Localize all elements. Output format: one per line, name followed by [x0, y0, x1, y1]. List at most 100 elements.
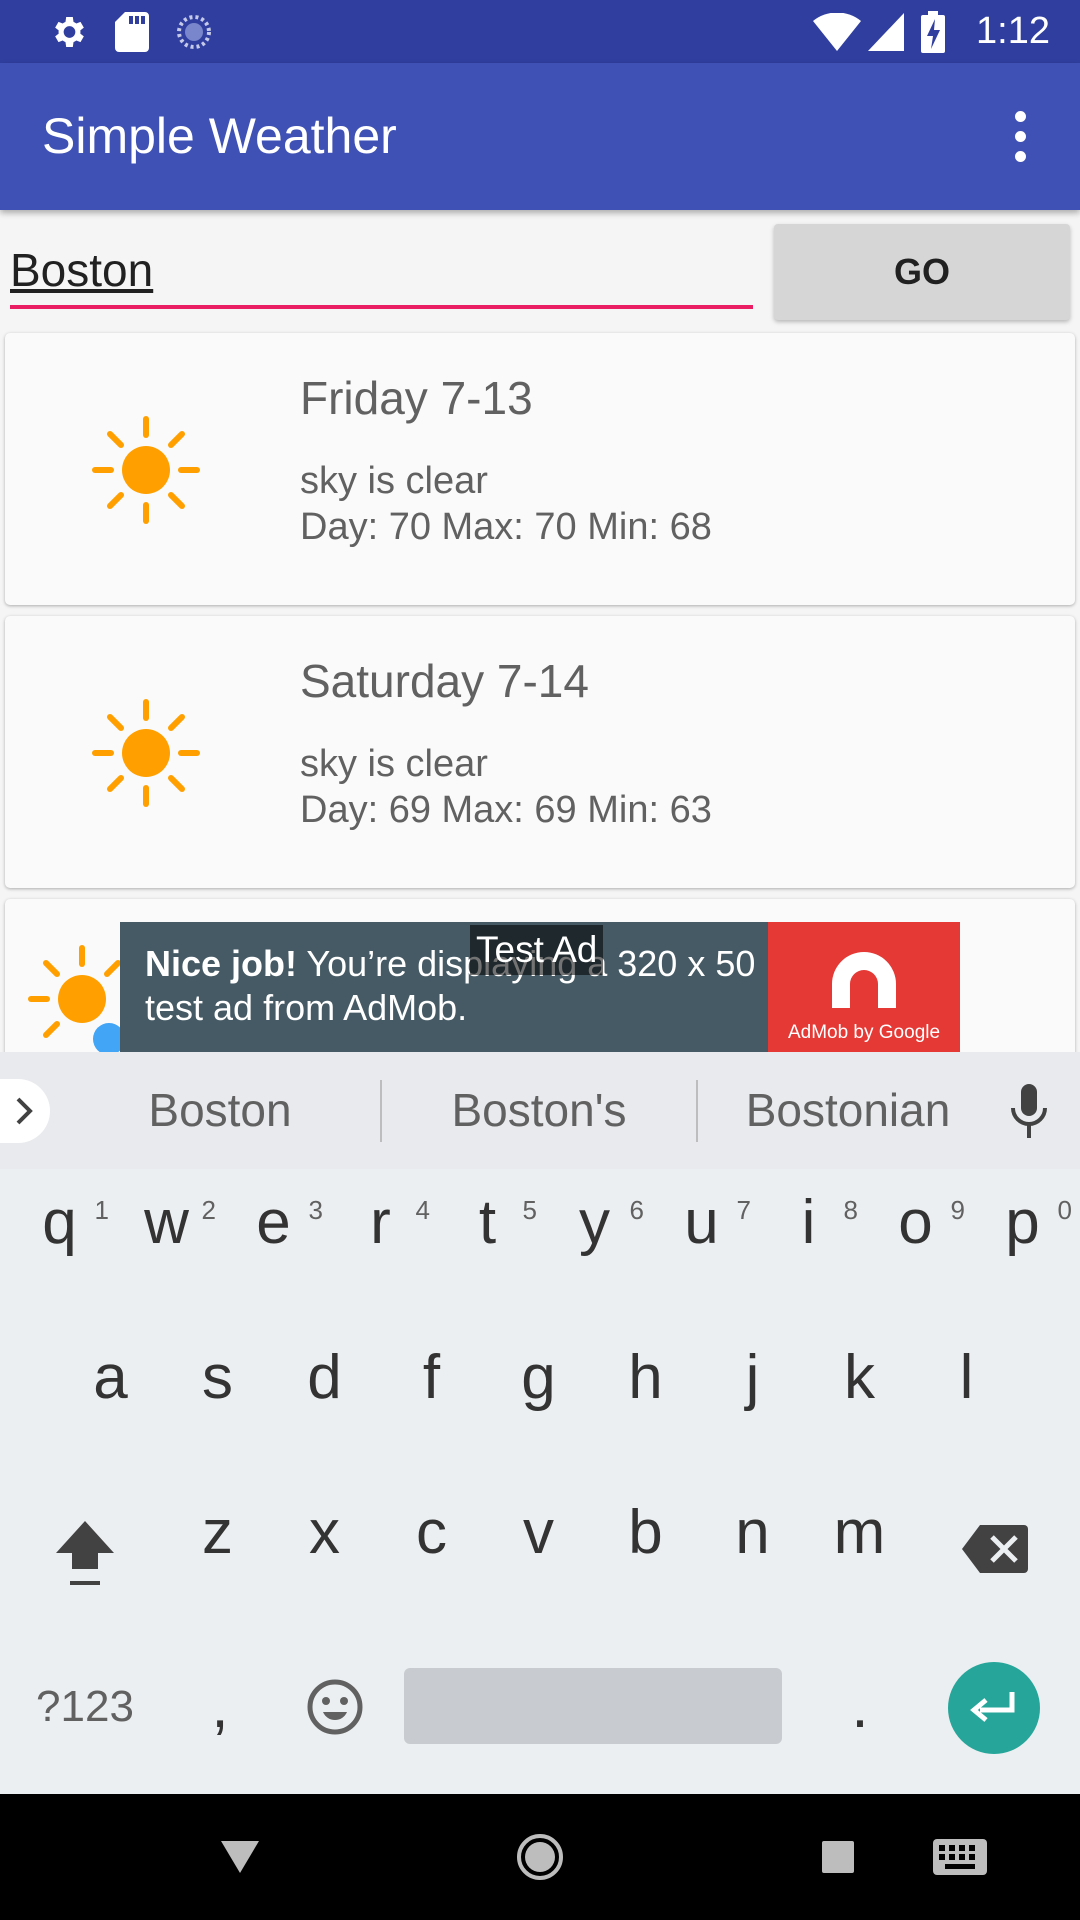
- comma-key[interactable]: ,: [170, 1652, 270, 1762]
- key-label: ,: [211, 1672, 229, 1741]
- key-label: h: [628, 1343, 663, 1412]
- key-label: g: [521, 1343, 556, 1412]
- key-hint: 4: [415, 1195, 430, 1225]
- symbols-key[interactable]: ?123: [20, 1652, 150, 1762]
- app-title: Simple Weather: [42, 108, 397, 164]
- key-label: z: [202, 1498, 233, 1567]
- settings-icon: [44, 0, 92, 63]
- admob-logo[interactable]: AdMob by Google: [768, 922, 960, 1052]
- key-h[interactable]: h: [592, 1342, 699, 1452]
- key-d[interactable]: d: [271, 1342, 378, 1452]
- key-hint: 5: [522, 1195, 537, 1225]
- key-v[interactable]: v: [485, 1497, 592, 1607]
- sync-icon: [172, 0, 216, 63]
- key-label: d: [307, 1343, 342, 1412]
- home-icon[interactable]: [505, 1794, 575, 1920]
- key-hint: 7: [736, 1195, 751, 1225]
- key-z[interactable]: z: [164, 1497, 271, 1607]
- key-i[interactable]: i8: [755, 1187, 862, 1297]
- ad-text: Nice job! You’re displaying a 320 x 50 t…: [145, 942, 765, 1030]
- key-label: ?123: [36, 1682, 134, 1731]
- enter-icon: [970, 1692, 1015, 1722]
- key-j[interactable]: j: [699, 1342, 806, 1452]
- key-o[interactable]: o9: [862, 1187, 969, 1297]
- test-ad-label: Test Ad: [470, 925, 604, 975]
- key-label: m: [833, 1498, 886, 1567]
- key-m[interactable]: m: [806, 1497, 913, 1607]
- key-hint: 8: [843, 1195, 858, 1225]
- suggestion-item[interactable]: Bostonian: [698, 1052, 998, 1169]
- navigation-bar: [0, 1794, 1080, 1920]
- key-hint: 3: [308, 1195, 323, 1225]
- key-c[interactable]: c: [378, 1497, 485, 1607]
- backspace-key[interactable]: [940, 1497, 1050, 1607]
- key-p[interactable]: p0: [969, 1187, 1076, 1297]
- key-x[interactable]: x: [271, 1497, 378, 1607]
- soft-keyboard: Boston Boston's Bostonian q1 w2 e3 r4 t5…: [0, 1052, 1080, 1794]
- forecast-description: sky is clear: [300, 743, 488, 785]
- battery-charging-icon: [918, 0, 948, 63]
- emoji-key[interactable]: [280, 1652, 390, 1762]
- key-label: j: [745, 1343, 760, 1412]
- ad-logo-caption: AdMob by Google: [787, 1022, 941, 1043]
- wifi-icon: [810, 0, 864, 63]
- key-hint: 2: [201, 1195, 216, 1225]
- forecast-card[interactable]: Friday 7-13 sky is clear Day: 70 Max: 70…: [5, 333, 1075, 605]
- enter-key[interactable]: [948, 1662, 1040, 1754]
- key-t[interactable]: t5: [434, 1187, 541, 1297]
- suggestion-item[interactable]: Boston's: [382, 1052, 696, 1169]
- key-y[interactable]: y6: [541, 1187, 648, 1297]
- key-q[interactable]: q1: [6, 1187, 113, 1297]
- space-bar[interactable]: [404, 1668, 782, 1744]
- key-hint: 6: [629, 1195, 644, 1225]
- key-label: s: [202, 1343, 233, 1412]
- key-b[interactable]: b: [592, 1497, 699, 1607]
- key-l[interactable]: l: [913, 1342, 1020, 1452]
- forecast-day: Friday 7-13: [300, 372, 533, 424]
- backspace-icon: [962, 1525, 1028, 1573]
- city-search-input[interactable]: [10, 235, 753, 309]
- key-label: n: [735, 1498, 770, 1567]
- key-r[interactable]: r4: [327, 1187, 434, 1297]
- mic-icon[interactable]: [1005, 1084, 1053, 1138]
- forecast-day: Saturday 7-14: [300, 655, 589, 707]
- key-label: a: [93, 1343, 128, 1412]
- recents-icon[interactable]: [810, 1794, 865, 1920]
- key-label: k: [844, 1343, 875, 1412]
- shift-icon: [56, 1521, 114, 1585]
- key-f[interactable]: f: [378, 1342, 485, 1452]
- admob-icon: [832, 952, 896, 1008]
- status-clock: 1:12: [976, 10, 1050, 52]
- key-label: f: [422, 1343, 441, 1412]
- forecast-temperatures: Day: 69 Max: 69 Min: 63: [300, 789, 712, 831]
- app-bar: Simple Weather: [0, 63, 1080, 210]
- status-bar: 1:12: [0, 0, 1080, 63]
- back-icon[interactable]: [210, 1794, 270, 1920]
- key-label: b: [628, 1498, 663, 1567]
- chevron-right-icon[interactable]: [0, 1079, 50, 1143]
- ad-headline: Nice job!: [145, 943, 298, 984]
- period-key[interactable]: .: [810, 1652, 910, 1762]
- suggestion-item[interactable]: Boston: [60, 1052, 380, 1169]
- key-k[interactable]: k: [806, 1342, 913, 1452]
- forecast-card[interactable]: Saturday 7-14 sky is clear Day: 69 Max: …: [5, 616, 1075, 888]
- signal-icon: [866, 0, 906, 63]
- key-u[interactable]: u7: [648, 1187, 755, 1297]
- key-label: c: [416, 1498, 447, 1567]
- key-s[interactable]: s: [164, 1342, 271, 1452]
- key-n[interactable]: n: [699, 1497, 806, 1607]
- keyboard-switch-icon[interactable]: [930, 1794, 990, 1920]
- more-vert-icon[interactable]: [990, 106, 1050, 166]
- suggestion-strip: Boston Boston's Bostonian: [0, 1052, 1080, 1169]
- key-hint: 0: [1057, 1195, 1072, 1225]
- shift-key[interactable]: [30, 1497, 140, 1607]
- key-w[interactable]: w2: [113, 1187, 220, 1297]
- sun-icon: [92, 416, 200, 524]
- key-hint: 1: [94, 1195, 109, 1225]
- key-g[interactable]: g: [485, 1342, 592, 1452]
- key-a[interactable]: a: [57, 1342, 164, 1452]
- sd-card-icon: [112, 0, 152, 63]
- forecast-temperatures: Day: 70 Max: 70 Min: 68: [300, 506, 712, 548]
- go-button[interactable]: GO: [774, 224, 1070, 320]
- key-e[interactable]: e3: [220, 1187, 327, 1297]
